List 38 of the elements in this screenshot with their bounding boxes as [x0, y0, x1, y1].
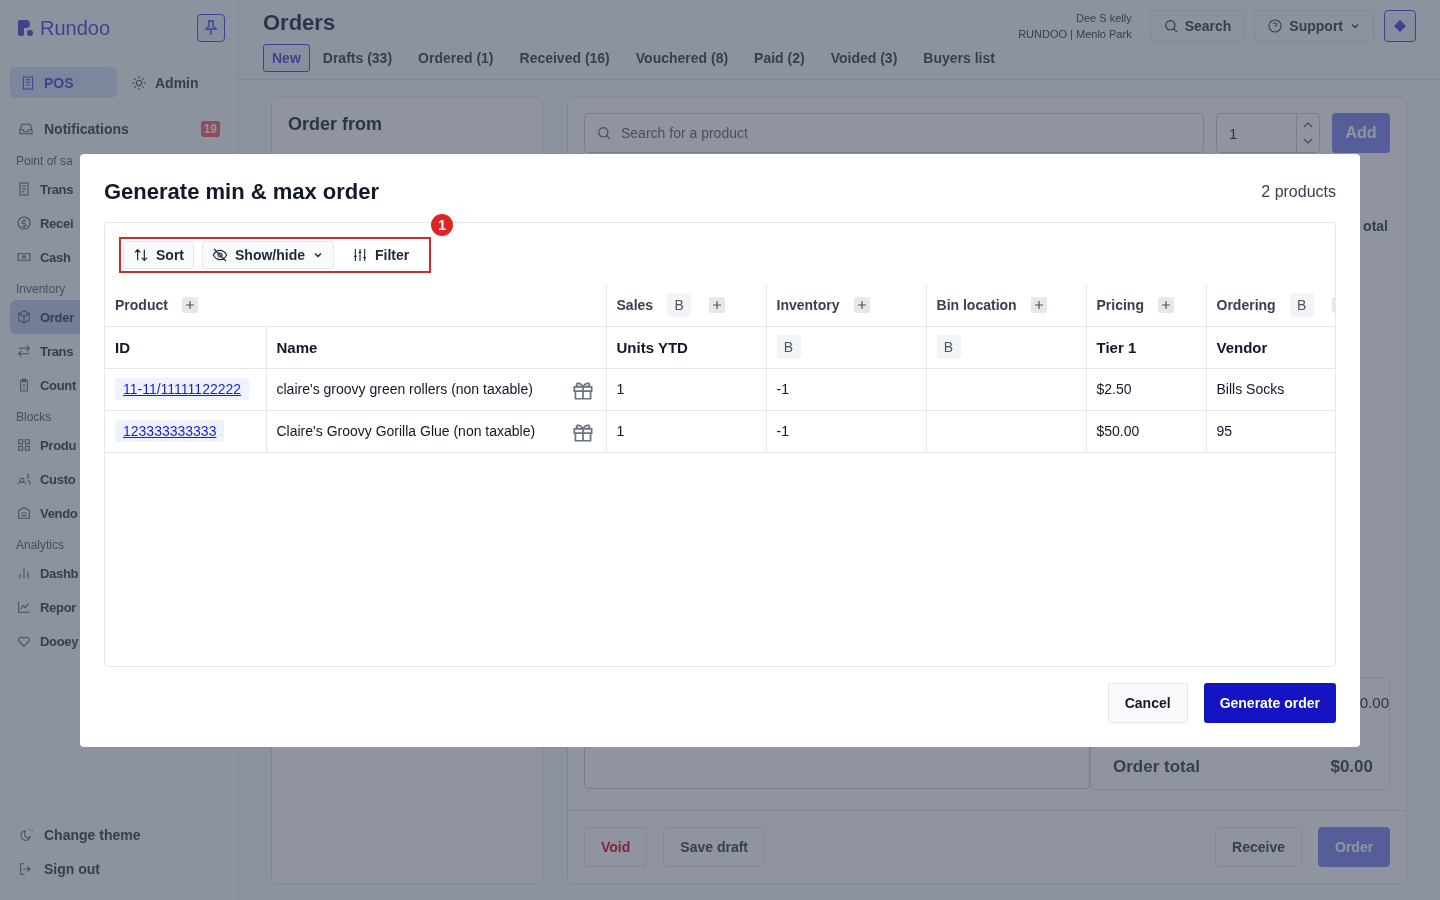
dialog-title: Generate min & max order — [104, 178, 380, 205]
section-title: Inventory — [15, 281, 67, 298]
section-title: Blocks — [15, 409, 53, 426]
group-header: Inventory — [776, 297, 840, 314]
table-cell: Bills Socks — [1216, 381, 1285, 398]
table-cell: 1 — [616, 423, 625, 440]
product-count: 2 products — [1261, 182, 1336, 201]
section-title: Analytics — [15, 537, 66, 554]
column-header: ID — [115, 338, 130, 356]
group-header: Ordering — [1216, 297, 1276, 314]
notification-count: 19 — [200, 121, 220, 137]
column-header: Tier 1 — [1096, 338, 1137, 356]
table-cell: 1 — [616, 381, 625, 398]
table-cell: -1 — [776, 423, 789, 440]
table-cell: $50.00 — [1096, 423, 1140, 440]
column-header: otal — [1363, 218, 1388, 234]
table-cell: 95 — [1216, 423, 1233, 440]
total-value: $0.00 — [1330, 757, 1373, 777]
table-cell: -1 — [776, 381, 789, 398]
table-cell: $2.50 — [1096, 381, 1132, 398]
column-header: Vendor — [1216, 338, 1268, 356]
total-label: Order total — [1113, 757, 1200, 777]
section-title: Point of sa — [15, 153, 74, 170]
table-cell: claire's groovy green rollers (non taxable) — [276, 381, 533, 398]
annotation-marker: 1 — [431, 213, 454, 236]
store-name: RUNDOO | Menlo Park — [1018, 28, 1132, 40]
group-header: Pricing — [1096, 297, 1144, 314]
subtotal-value: 0.00 — [1359, 694, 1389, 711]
group-header: Sales — [616, 297, 654, 314]
user-name: Dee S kelly — [1076, 12, 1132, 24]
card-title: Order from — [288, 114, 384, 135]
table-cell: Claire's Groovy Gorilla Glue (non taxable) — [276, 423, 536, 440]
group-header: Bin location — [936, 297, 1017, 314]
group-header: Product — [115, 297, 168, 314]
column-header: Name — [276, 338, 318, 356]
page-title: Orders — [263, 10, 337, 36]
column-header: Units YTD — [616, 338, 688, 356]
brand-name: Rundoo — [40, 16, 111, 40]
